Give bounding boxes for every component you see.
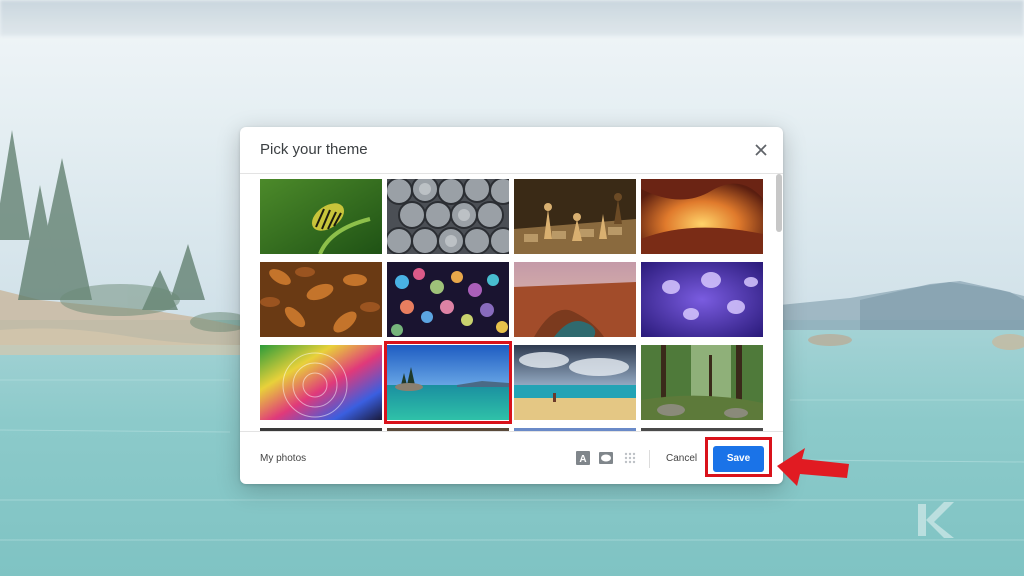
theme-thumbnail-pipes[interactable] [387,179,509,254]
svg-text:A: A [579,454,586,465]
theme-thumbnail-lake-tahoe[interactable] [387,345,509,420]
theme-picker-dialog: Pick your theme My photos A Cancel Save [240,127,783,484]
red-arrow-annotation [777,448,849,486]
close-icon[interactable] [750,139,772,161]
close-button[interactable] [750,139,772,161]
save-button-highlight [705,437,772,477]
theme-thumbnail-beach[interactable] [514,345,636,420]
theme-grid [240,174,783,431]
dialog-header: Pick your theme [240,127,783,174]
theme-thumbnail-bokeh[interactable] [387,262,509,337]
blur-icon[interactable] [623,451,637,465]
theme-thumbnail-rainbow-droplet[interactable] [260,345,382,420]
theme-thumbnail-autumn-leaves[interactable] [260,262,382,337]
dialog-footer: My photos A Cancel Save [240,431,783,484]
text-background-icon[interactable]: A [576,451,590,465]
theme-thumbnail-jellyfish[interactable] [641,262,763,337]
theme-thumbnail-chess[interactable] [514,179,636,254]
blurred-browser-toolbar [0,0,1024,36]
cancel-button[interactable]: Cancel [666,453,697,464]
theme-thumbnail-forest[interactable] [641,345,763,420]
theme-thumbnail-canyon-glow[interactable] [641,179,763,254]
scrollbar-thumb[interactable] [776,174,782,232]
footer-divider [649,450,650,468]
theme-thumbnail-caterpillar[interactable] [260,179,382,254]
theme-thumbnail-canyon-river[interactable] [514,262,636,337]
my-photos-link[interactable]: My photos [260,453,306,464]
watermark-logo [918,502,954,538]
dialog-title: Pick your theme [260,141,368,158]
vignette-icon[interactable] [599,451,613,465]
